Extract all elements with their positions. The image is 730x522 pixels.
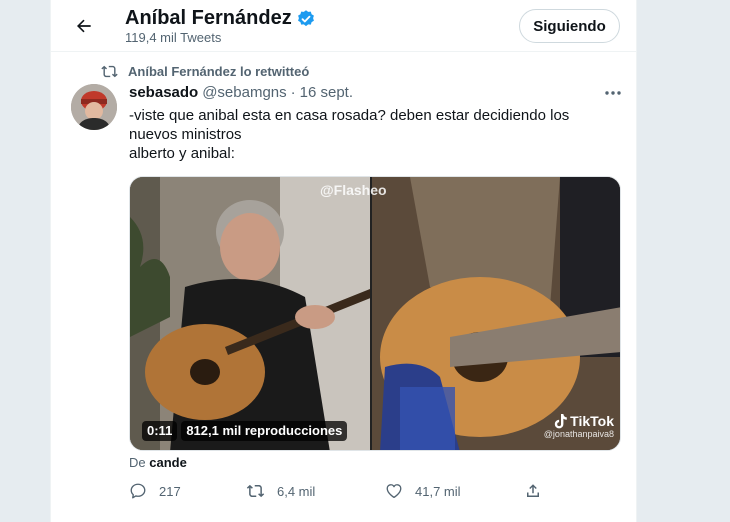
verified-badge-icon xyxy=(297,9,314,26)
tweet-text: -viste que anibal esta en casa rosada? d… xyxy=(129,106,619,163)
more-options-button[interactable] xyxy=(601,82,625,104)
video-watermark: @Flasheo xyxy=(320,182,387,198)
tiktok-handle: @jonathanpaiva8 xyxy=(543,429,614,439)
following-button[interactable]: Siguiendo xyxy=(519,9,620,43)
tweet-text-line-1: -viste que anibal esta en casa rosada? d… xyxy=(129,107,570,143)
like-count: 41,7 mil xyxy=(415,483,461,499)
author-name[interactable]: sebasado xyxy=(129,84,198,101)
more-horizontal-icon xyxy=(605,91,621,95)
tweet-actions: 217 6,4 mil 41,7 mil xyxy=(129,482,549,504)
share-button[interactable] xyxy=(524,482,542,500)
tweet-meta: sebasado @sebamgns · 16 sept. xyxy=(129,84,353,101)
video-source-user[interactable]: cande xyxy=(149,455,187,470)
heart-icon xyxy=(386,484,402,499)
video-info-overlay: 0:11 812,1 mil reproducciones xyxy=(142,421,348,441)
share-icon xyxy=(527,484,539,497)
video-views: 812,1 mil reproducciones xyxy=(181,421,348,441)
profile-header: Aníbal Fernández 119,4 mil Tweets Siguie… xyxy=(51,0,636,52)
timeline-column: Aníbal Fernández 119,4 mil Tweets Siguie… xyxy=(50,0,637,522)
tiktok-watermark: TikTok @jonathanpaiva8 xyxy=(544,413,614,439)
tweet-count: 119,4 mil Tweets xyxy=(125,30,222,45)
author-handle[interactable]: @sebamgns xyxy=(202,84,286,101)
back-button[interactable] xyxy=(67,9,101,43)
retweet-action-icon xyxy=(246,484,265,498)
tiktok-label: TikTok xyxy=(570,413,614,429)
video-source: De cande xyxy=(129,455,187,470)
profile-name: Aníbal Fernández xyxy=(125,7,316,30)
retweet-button[interactable]: 6,4 mil xyxy=(246,482,315,500)
tweet-text-line-2: alberto y anibal: xyxy=(129,145,235,162)
video-frame xyxy=(130,177,620,450)
retweet-icon xyxy=(101,65,118,78)
video-duration: 0:11 xyxy=(142,421,178,441)
arrow-left-icon xyxy=(77,19,91,33)
reply-icon xyxy=(130,483,146,499)
retweet-context: Aníbal Fernández lo retwitteó xyxy=(101,63,309,80)
avatar[interactable] xyxy=(71,84,117,130)
page-background-right xyxy=(637,0,730,522)
retweet-label[interactable]: Aníbal Fernández lo retwitteó xyxy=(128,64,309,79)
tweet-date[interactable]: 16 sept. xyxy=(300,84,353,101)
like-button[interactable]: 41,7 mil xyxy=(385,482,461,500)
meta-separator: · xyxy=(290,84,296,101)
reply-count: 217 xyxy=(159,483,181,499)
profile-name-text: Aníbal Fernández xyxy=(125,7,292,29)
reply-button[interactable]: 217 xyxy=(129,482,181,500)
video-player[interactable]: @Flasheo TikTok @jonathanpaiva8 0:11 812… xyxy=(129,176,621,451)
tiktok-icon xyxy=(554,413,567,428)
retweet-count: 6,4 mil xyxy=(277,483,316,499)
video-source-prefix: De xyxy=(129,455,146,470)
